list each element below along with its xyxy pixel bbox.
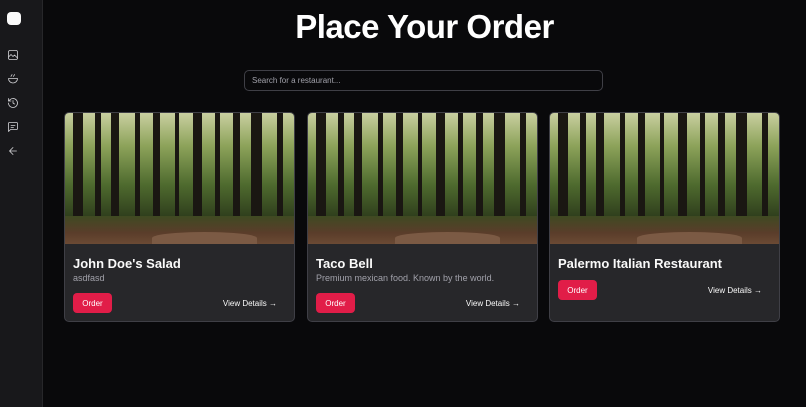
restaurant-description: asdfasd bbox=[73, 273, 105, 283]
page-title: Place Your Order bbox=[295, 8, 554, 45]
history-icon[interactable] bbox=[6, 96, 20, 110]
restaurant-image bbox=[65, 113, 294, 244]
order-button[interactable]: Order bbox=[316, 293, 355, 313]
sidebar bbox=[0, 0, 43, 407]
order-button[interactable]: Order bbox=[73, 293, 112, 313]
restaurant-name: Taco Bell bbox=[316, 256, 373, 271]
order-button[interactable]: Order bbox=[558, 280, 597, 300]
restaurant-image bbox=[550, 113, 779, 244]
message-icon[interactable] bbox=[6, 120, 20, 134]
restaurant-name: Palermo Italian Restaurant bbox=[558, 256, 722, 271]
view-details-link[interactable]: View Details → bbox=[708, 286, 762, 295]
view-details-link[interactable]: View Details → bbox=[223, 299, 277, 308]
logo[interactable] bbox=[7, 12, 21, 25]
restaurant-card: John Doe's Salad asdfasd Order View Deta… bbox=[64, 112, 295, 322]
restaurant-description: Premium mexican food. Known by the world… bbox=[316, 273, 495, 283]
view-details-link[interactable]: View Details → bbox=[466, 299, 520, 308]
restaurant-card: Taco Bell Premium mexican food. Known by… bbox=[307, 112, 538, 322]
arrow-left-icon[interactable] bbox=[6, 144, 20, 158]
restaurant-image bbox=[308, 113, 537, 244]
image-icon[interactable] bbox=[6, 48, 20, 62]
restaurant-name: John Doe's Salad bbox=[73, 256, 181, 271]
search-input[interactable] bbox=[244, 70, 603, 91]
bowl-icon[interactable] bbox=[6, 72, 20, 86]
restaurant-card: Palermo Italian Restaurant Order View De… bbox=[549, 112, 780, 322]
